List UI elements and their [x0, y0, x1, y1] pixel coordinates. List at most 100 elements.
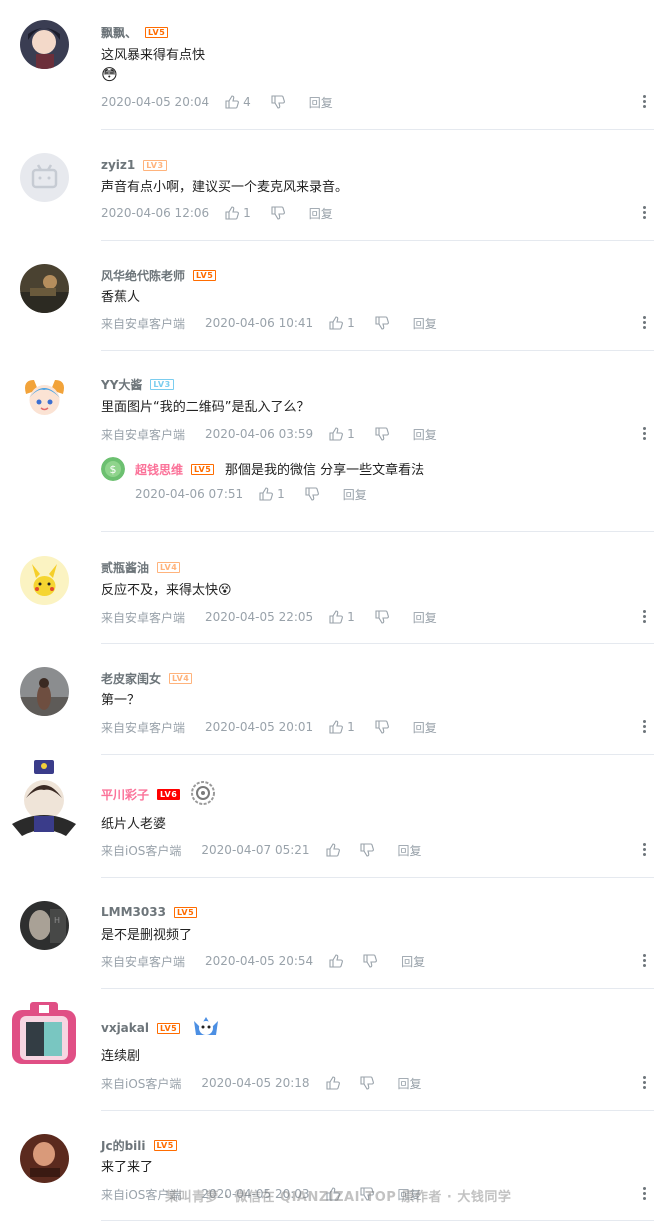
emoji-icon: 😵 — [218, 583, 232, 598]
more-menu-icon[interactable] — [643, 427, 647, 443]
username[interactable]: 老皮家闺女 LV4 — [101, 670, 193, 686]
reply-button[interactable]: 回复 — [413, 315, 437, 332]
thumb-up-icon — [259, 487, 274, 501]
divider — [101, 240, 654, 241]
comment-info: 来自安卓客户端 2020-04-06 03:59 1 回复 — [101, 425, 437, 443]
more-menu-icon[interactable] — [643, 843, 647, 859]
level-badge: LV5 — [145, 26, 169, 38]
thumb-up-icon — [325, 843, 340, 857]
thumb-down-icon — [271, 95, 285, 109]
reply-button[interactable]: 回复 — [343, 486, 367, 503]
avatar[interactable] — [20, 556, 69, 605]
dislike-button[interactable] — [271, 95, 285, 109]
more-menu-icon[interactable] — [643, 316, 647, 332]
reply-button[interactable]: 回复 — [413, 609, 437, 626]
dislike-button[interactable] — [375, 610, 389, 624]
avatar[interactable]: H — [20, 901, 69, 950]
username[interactable]: zyiz1 LV3 — [101, 157, 167, 173]
client-source: 来自安卓客户端 — [101, 316, 186, 331]
thumb-up-icon — [329, 954, 344, 968]
comment-text: 反应不及，来得太快😵 — [101, 583, 232, 598]
more-menu-icon[interactable] — [643, 610, 647, 626]
like-button[interactable] — [329, 954, 344, 968]
username[interactable]: LMM3033 LV5 — [101, 904, 198, 920]
timestamp: 2020-04-06 12:06 — [101, 206, 210, 220]
dislike-button[interactable] — [375, 427, 389, 441]
like-button[interactable] — [325, 843, 340, 857]
like-count: 1 — [347, 610, 355, 624]
like-button[interactable] — [325, 1076, 340, 1090]
reply-button[interactable]: 回复 — [398, 1075, 422, 1092]
reply-button[interactable]: 回复 — [309, 94, 333, 111]
reply-text: 那個是我的微信 分享一些文章看法 — [225, 463, 425, 478]
dislike-button[interactable] — [363, 954, 378, 968]
divider — [101, 754, 654, 755]
thumb-down-icon — [271, 206, 285, 220]
svg-text:$: $ — [110, 463, 117, 476]
timestamp: 2020-04-05 20:01 — [205, 720, 314, 734]
thumb-up-icon — [329, 610, 344, 624]
username[interactable]: 超钱思维 LV5 — [135, 461, 215, 478]
dislike-button[interactable] — [375, 316, 389, 330]
level-badge: LV6 — [157, 788, 181, 800]
dislike-button[interactable] — [271, 206, 285, 220]
username[interactable]: Jc的bili LV5 — [101, 1137, 177, 1153]
dislike-button[interactable] — [305, 487, 319, 501]
username[interactable]: 飘飘、 LV5 — [101, 24, 169, 40]
avatar-pendant[interactable] — [8, 758, 80, 842]
avatar[interactable]: $ — [101, 457, 125, 481]
avatar[interactable] — [20, 264, 69, 313]
more-menu-icon[interactable] — [643, 1076, 647, 1092]
divider — [101, 643, 654, 644]
comment-text: 纸片人老婆 — [101, 817, 167, 832]
avatar[interactable] — [20, 1134, 69, 1183]
avatar[interactable] — [20, 374, 69, 423]
username[interactable]: 风华绝代陈老师 LV5 — [101, 267, 217, 283]
more-menu-icon[interactable] — [643, 206, 647, 222]
dislike-button[interactable] — [375, 720, 389, 734]
more-menu-icon[interactable] — [643, 1187, 647, 1203]
reply-button[interactable]: 回复 — [413, 719, 437, 736]
divider — [101, 350, 654, 351]
username[interactable]: 贰瓶酱油 LV4 — [101, 559, 181, 575]
avatar[interactable] — [20, 20, 69, 69]
avatar[interactable] — [20, 153, 69, 202]
like-button[interactable]: 4 — [225, 95, 251, 109]
thumb-down-icon — [375, 316, 389, 330]
thumb-down-icon — [359, 1076, 374, 1090]
like-button[interactable]: 1 — [329, 427, 355, 441]
timestamp: 2020-04-05 20:18 — [201, 1076, 310, 1090]
reply-button[interactable]: 回复 — [401, 953, 425, 970]
username[interactable]: YY大酱 LV3 — [101, 376, 174, 392]
like-button[interactable]: 1 — [329, 720, 355, 734]
level-badge: LV3 — [150, 378, 174, 390]
like-button[interactable]: 1 — [329, 610, 355, 624]
more-menu-icon[interactable] — [643, 95, 647, 111]
dislike-button[interactable] — [359, 1076, 374, 1090]
like-button[interactable]: 1 — [329, 316, 355, 330]
comment-text: 这风暴来得有点快 — [101, 48, 206, 63]
level-badge: LV4 — [157, 561, 181, 573]
client-source: 来自iOS客户端 — [101, 1076, 182, 1091]
avatar-pendant[interactable] — [6, 996, 82, 1072]
comment-text: 香蕉人 — [101, 290, 141, 305]
reply-button[interactable]: 回复 — [413, 426, 437, 443]
more-menu-icon[interactable] — [643, 720, 647, 736]
comment-text: 连续剧 — [101, 1049, 141, 1064]
dislike-button[interactable] — [359, 843, 374, 857]
username[interactable]: vxjakal LV5 — [101, 1016, 222, 1036]
more-menu-icon[interactable] — [643, 954, 647, 970]
timestamp: 2020-04-05 20:04 — [101, 95, 210, 109]
thumb-up-icon — [225, 206, 240, 220]
like-button[interactable]: 1 — [225, 206, 251, 220]
username[interactable]: 平川彩子 LV6 — [101, 780, 216, 805]
avatar[interactable] — [20, 667, 69, 716]
comment-info: 2020-04-06 12:06 1 回复 — [101, 204, 333, 222]
like-button[interactable]: 1 — [259, 487, 285, 501]
level-badge: LV5 — [156, 1022, 181, 1034]
thumb-up-icon — [329, 427, 344, 441]
reply-button[interactable]: 回复 — [309, 205, 333, 222]
reply-button[interactable]: 回复 — [398, 842, 422, 859]
divider — [101, 129, 654, 130]
client-source: 来自安卓客户端 — [101, 954, 186, 969]
